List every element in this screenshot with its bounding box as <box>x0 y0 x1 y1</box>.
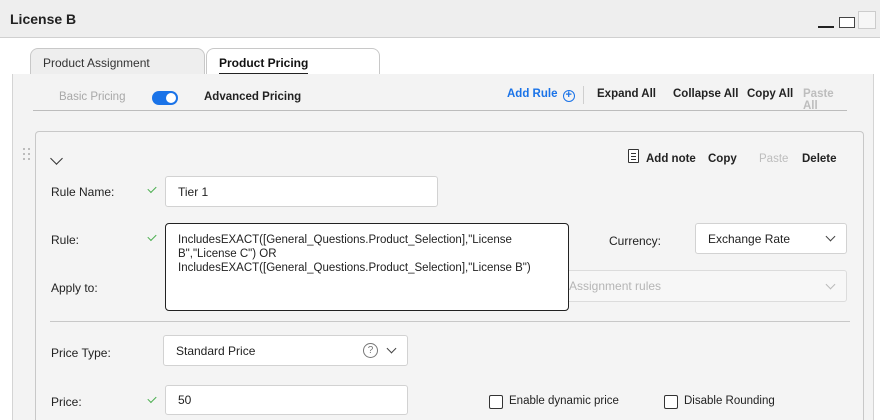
rule-name-input[interactable]: Tier 1 <box>165 176 438 207</box>
pricing-toolbar: Basic Pricing Advanced Pricing Add Rule … <box>33 74 847 112</box>
pricing-panel: Basic Pricing Advanced Pricing Add Rule … <box>12 74 874 420</box>
toggle-knob <box>166 93 176 103</box>
window-title: License B <box>10 11 77 27</box>
pricing-rule-card: Add note Copy Paste Delete Rule Name: Ti… <box>35 131 864 420</box>
price-label: Price: <box>51 395 82 409</box>
paste-button[interactable]: Paste <box>759 153 788 165</box>
copy-all-button[interactable]: Copy All <box>747 88 793 100</box>
price-type-select[interactable]: Standard Price ? <box>163 335 408 366</box>
check-icon <box>147 393 157 404</box>
advanced-pricing-label[interactable]: Advanced Pricing <box>204 91 301 103</box>
chevron-down-icon <box>825 279 836 289</box>
tab-bar: Product Assignment Product Pricing <box>0 38 880 75</box>
toolbar-divider <box>583 86 584 104</box>
chevron-down-icon <box>825 231 836 242</box>
check-icon <box>147 183 157 194</box>
enable-dynamic-price-label[interactable]: Enable dynamic price <box>509 395 619 407</box>
add-note-button[interactable]: Add note <box>646 153 696 165</box>
tab-product-pricing-label: Product Pricing <box>219 56 309 75</box>
paste-all-button[interactable]: Paste All <box>803 88 847 112</box>
minimize-icon[interactable] <box>818 26 834 28</box>
tab-product-assignment[interactable]: Product Assignment <box>30 48 205 74</box>
close-icon[interactable] <box>858 11 876 29</box>
tab-product-pricing[interactable]: Product Pricing <box>206 48 380 75</box>
disable-rounding-label[interactable]: Disable Rounding <box>684 395 775 407</box>
price-type-label: Price Type: <box>51 346 111 360</box>
apply-to-label: Apply to: <box>51 281 98 295</box>
section-divider <box>50 321 850 322</box>
chevron-down-icon <box>386 343 397 354</box>
basic-pricing-label[interactable]: Basic Pricing <box>59 91 125 103</box>
currency-select[interactable]: Exchange Rate <box>695 223 847 254</box>
check-icon <box>147 231 157 242</box>
pricing-mode-toggle[interactable] <box>152 91 178 105</box>
disable-rounding-checkbox[interactable] <box>664 395 678 409</box>
add-rule-label: Add Rule <box>507 88 558 100</box>
price-type-value: Standard Price <box>176 343 256 358</box>
delete-button[interactable]: Delete <box>802 153 837 165</box>
enable-dynamic-price-checkbox[interactable] <box>489 395 503 409</box>
currency-value: Exchange Rate <box>708 231 791 246</box>
expand-all-button[interactable]: Expand All <box>597 88 656 100</box>
price-type-controls: ? <box>363 343 397 358</box>
maximize-icon[interactable] <box>839 17 855 28</box>
help-icon[interactable]: ? <box>363 343 378 358</box>
apply-to-select[interactable]: Assignment rules <box>556 270 847 302</box>
rule-expression-textarea[interactable]: IncludesEXACT([General_Questions.Product… <box>165 223 569 311</box>
add-rule-button[interactable]: Add Rule + <box>507 88 575 102</box>
drag-handle-icon[interactable] <box>23 148 31 162</box>
rule-label: Rule: <box>51 233 80 247</box>
apply-to-value: Assignment rules <box>569 279 662 293</box>
window-titlebar: License B <box>0 0 880 38</box>
plus-circle-icon: + <box>562 90 575 102</box>
chevron-down-icon[interactable] <box>50 152 63 165</box>
copy-button[interactable]: Copy <box>708 153 737 165</box>
price-input[interactable]: 50 <box>165 385 408 415</box>
currency-label: Currency: <box>609 234 662 248</box>
note-icon[interactable] <box>628 149 639 163</box>
rule-name-label: Rule Name: <box>51 185 115 199</box>
collapse-all-button[interactable]: Collapse All <box>673 88 738 100</box>
